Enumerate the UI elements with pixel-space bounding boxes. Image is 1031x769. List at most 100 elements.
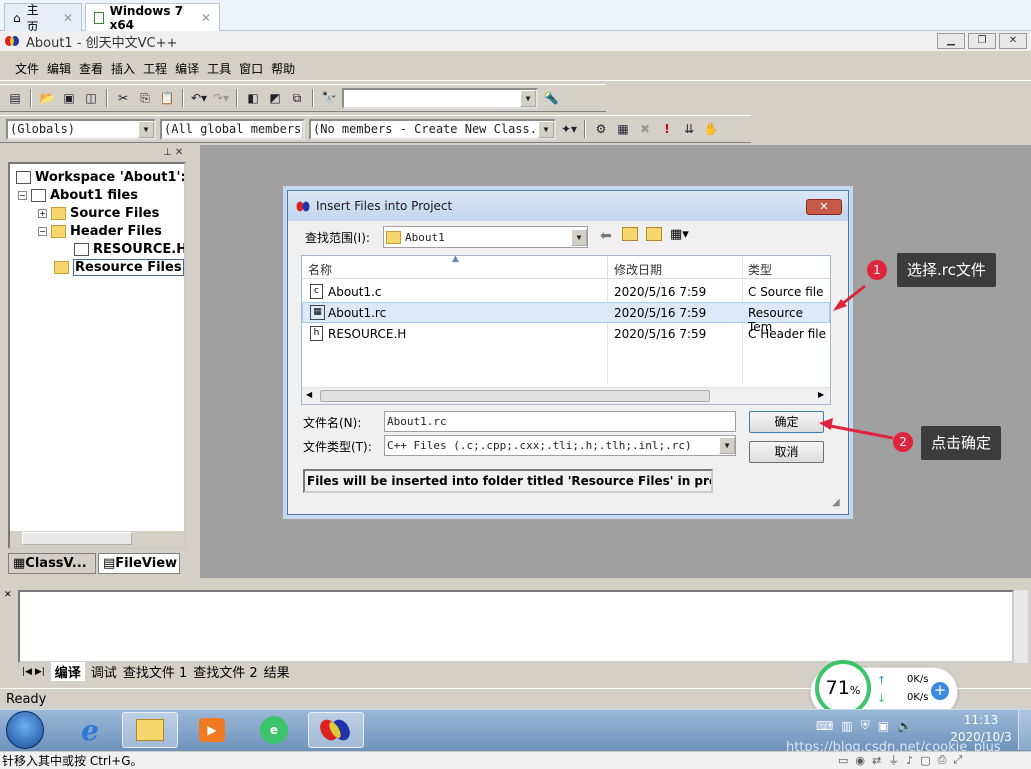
menu-help[interactable]: 帮助 bbox=[268, 60, 298, 77]
chevron-down-icon[interactable]: ▼ bbox=[538, 120, 554, 138]
tab-find2[interactable]: 查找文件 2 bbox=[193, 662, 257, 681]
col-date[interactable]: 修改日期 bbox=[614, 261, 662, 278]
tree-item-resource-files[interactable]: Resource Files bbox=[10, 258, 184, 276]
chevron-down-icon[interactable]: ▼ bbox=[301, 120, 303, 138]
restore-button[interactable]: ❐ bbox=[968, 33, 996, 49]
security-icon[interactable]: ⛨ bbox=[861, 718, 870, 733]
up-folder-icon[interactable] bbox=[622, 227, 638, 241]
col-type[interactable]: 类型 bbox=[748, 261, 772, 278]
tab-find1[interactable]: 查找文件 1 bbox=[123, 662, 187, 681]
col-name[interactable]: 名称 bbox=[308, 261, 332, 278]
plus-icon[interactable]: + bbox=[931, 682, 949, 700]
show-desktop-button[interactable] bbox=[1018, 710, 1031, 750]
filetype-select[interactable]: C++ Files (.c;.cpp;.cxx;.tli;.h;.tlh;.in… bbox=[384, 435, 736, 456]
hdd-icon[interactable]: ▭ bbox=[838, 754, 848, 767]
output-close-icon[interactable]: ✕ bbox=[4, 590, 12, 600]
resize-grip-icon[interactable]: ◢ bbox=[832, 497, 840, 508]
media-player-taskbar-icon[interactable]: ▶ bbox=[184, 712, 240, 748]
find-in-files-icon[interactable]: 🔭 bbox=[320, 89, 338, 107]
menu-window[interactable]: 窗口 bbox=[236, 60, 266, 77]
network-icon[interactable]: ▣ bbox=[878, 719, 889, 733]
copy-icon[interactable]: ⎘ bbox=[136, 89, 154, 107]
fullscreen-icon[interactable]: ⤢ bbox=[953, 753, 962, 767]
members-combo[interactable]: (All global members▼ bbox=[160, 118, 305, 140]
filename-input[interactable]: About1.rc bbox=[384, 411, 736, 432]
printer-icon[interactable]: ⎙ bbox=[938, 753, 947, 767]
expand-icon[interactable]: + bbox=[38, 208, 47, 218]
lookin-combo[interactable]: About1 ▼ bbox=[383, 226, 588, 248]
dialog-close-button[interactable]: ✕ bbox=[806, 199, 842, 215]
network-adapter-icon[interactable]: ⇄ bbox=[872, 754, 881, 767]
menu-view[interactable]: 查看 bbox=[76, 60, 106, 77]
new-folder-icon[interactable] bbox=[646, 227, 662, 241]
chevron-down-icon[interactable]: ▼ bbox=[138, 120, 154, 138]
display-icon[interactable]: ▢ bbox=[920, 754, 930, 767]
find-combo[interactable]: ▼ bbox=[342, 87, 538, 109]
chevron-down-icon[interactable]: ▼ bbox=[571, 228, 587, 246]
collapse-icon[interactable]: − bbox=[38, 226, 47, 236]
breakpoint-hand-icon[interactable]: ✋ bbox=[702, 120, 720, 138]
menu-insert[interactable]: 插入 bbox=[108, 60, 138, 77]
tab-debug[interactable]: 调试 bbox=[91, 662, 117, 681]
redo-icon[interactable]: ↷▾ bbox=[212, 89, 230, 107]
scroll-left-icon[interactable]: ◀ bbox=[306, 390, 312, 399]
explorer-taskbar-icon[interactable] bbox=[122, 712, 178, 748]
memory-gauge[interactable]: 71% bbox=[815, 660, 871, 716]
ok-button[interactable]: 确定 bbox=[749, 411, 824, 433]
find-icon[interactable]: 🔦 bbox=[542, 89, 560, 107]
list-item-selected[interactable]: ▦ About1.rc 2020/5/16 7:59 Resource Tem bbox=[302, 302, 830, 334]
new-text-file-icon[interactable]: ▤ bbox=[6, 89, 24, 107]
save-icon[interactable]: ▣ bbox=[60, 89, 78, 107]
tab-build[interactable]: 编译 bbox=[50, 662, 85, 681]
tab-windows7[interactable]: Windows 7 x64 ✕ bbox=[85, 3, 220, 32]
menu-build[interactable]: 编译 bbox=[172, 60, 202, 77]
undo-icon[interactable]: ↶▾ bbox=[190, 89, 208, 107]
output-text-area[interactable] bbox=[18, 590, 1014, 663]
menu-project[interactable]: 工程 bbox=[140, 60, 170, 77]
close-button[interactable]: ✕ bbox=[999, 33, 1027, 49]
menu-edit[interactable]: 编辑 bbox=[44, 60, 74, 77]
vc-taskbar-icon[interactable] bbox=[308, 712, 364, 748]
go-icon[interactable]: ⇊ bbox=[680, 120, 698, 138]
tree-item-resource-h[interactable]: RESOURCE.H bbox=[10, 240, 184, 258]
h-scrollbar[interactable] bbox=[10, 531, 184, 547]
tree-item-source[interactable]: + Source Files bbox=[10, 204, 159, 222]
build-icon[interactable]: ▦ bbox=[614, 120, 632, 138]
back-icon[interactable]: ⬅ bbox=[600, 228, 612, 244]
keyboard-icon[interactable]: ⌨ bbox=[816, 719, 833, 733]
globals-combo[interactable]: (Globals) ▼ bbox=[6, 118, 156, 140]
tree-item-workspace[interactable]: Workspace 'About1': 1 bbox=[10, 168, 184, 186]
compile-icon[interactable]: ⚙ bbox=[592, 120, 610, 138]
menu-tools[interactable]: 工具 bbox=[204, 60, 234, 77]
h-scrollbar[interactable]: ◀ ▶ bbox=[302, 387, 830, 404]
execute-icon[interactable]: ! bbox=[658, 120, 676, 138]
chevron-down-icon[interactable]: ▼ bbox=[520, 89, 536, 107]
volume-icon[interactable]: 🔈 bbox=[897, 719, 912, 733]
tray-app-icon[interactable]: ▥ bbox=[841, 719, 852, 733]
workspace-icon[interactable]: ◧ bbox=[244, 89, 262, 107]
wizard-wand-icon[interactable]: ✦▾ bbox=[560, 120, 578, 138]
list-item[interactable]: h RESOURCE.H 2020/5/16 7:59 C Header fil… bbox=[302, 323, 830, 344]
create-class-combo[interactable]: (No members - Create New Class...) ▼ bbox=[309, 118, 556, 140]
minimize-button[interactable]: ▁ bbox=[937, 33, 965, 49]
tab-scroll-icons[interactable]: |◀ ▶| bbox=[22, 667, 45, 677]
open-folder-icon[interactable]: 📂 bbox=[38, 89, 56, 107]
tab-home[interactable]: ⌂ 主页 ✕ bbox=[4, 3, 82, 34]
cancel-button[interactable]: 取消 bbox=[749, 441, 824, 463]
tab-results[interactable]: 结果 bbox=[264, 662, 290, 681]
close-icon[interactable]: ✕ bbox=[201, 11, 211, 25]
output-window-icon[interactable]: ◩ bbox=[266, 89, 284, 107]
browser-taskbar-icon[interactable]: e bbox=[246, 712, 302, 748]
paste-icon[interactable]: 📋 bbox=[158, 89, 176, 107]
tree-item-header[interactable]: − Header Files bbox=[10, 222, 162, 240]
v-scrollbar[interactable] bbox=[1014, 590, 1028, 663]
save-all-icon[interactable]: ◫ bbox=[82, 89, 100, 107]
tab-fileview[interactable]: ▤FileView bbox=[98, 553, 180, 574]
chevron-down-icon[interactable]: ▼ bbox=[719, 437, 735, 454]
dock-controls[interactable]: ⊥ ✕ bbox=[163, 147, 183, 158]
usb-icon[interactable]: ⏚ bbox=[888, 752, 899, 768]
collapse-icon[interactable]: − bbox=[18, 190, 27, 200]
window-list-icon[interactable]: ⧉ bbox=[288, 89, 306, 107]
close-icon[interactable]: ✕ bbox=[63, 11, 73, 25]
stop-build-icon[interactable]: ✖ bbox=[636, 120, 654, 138]
